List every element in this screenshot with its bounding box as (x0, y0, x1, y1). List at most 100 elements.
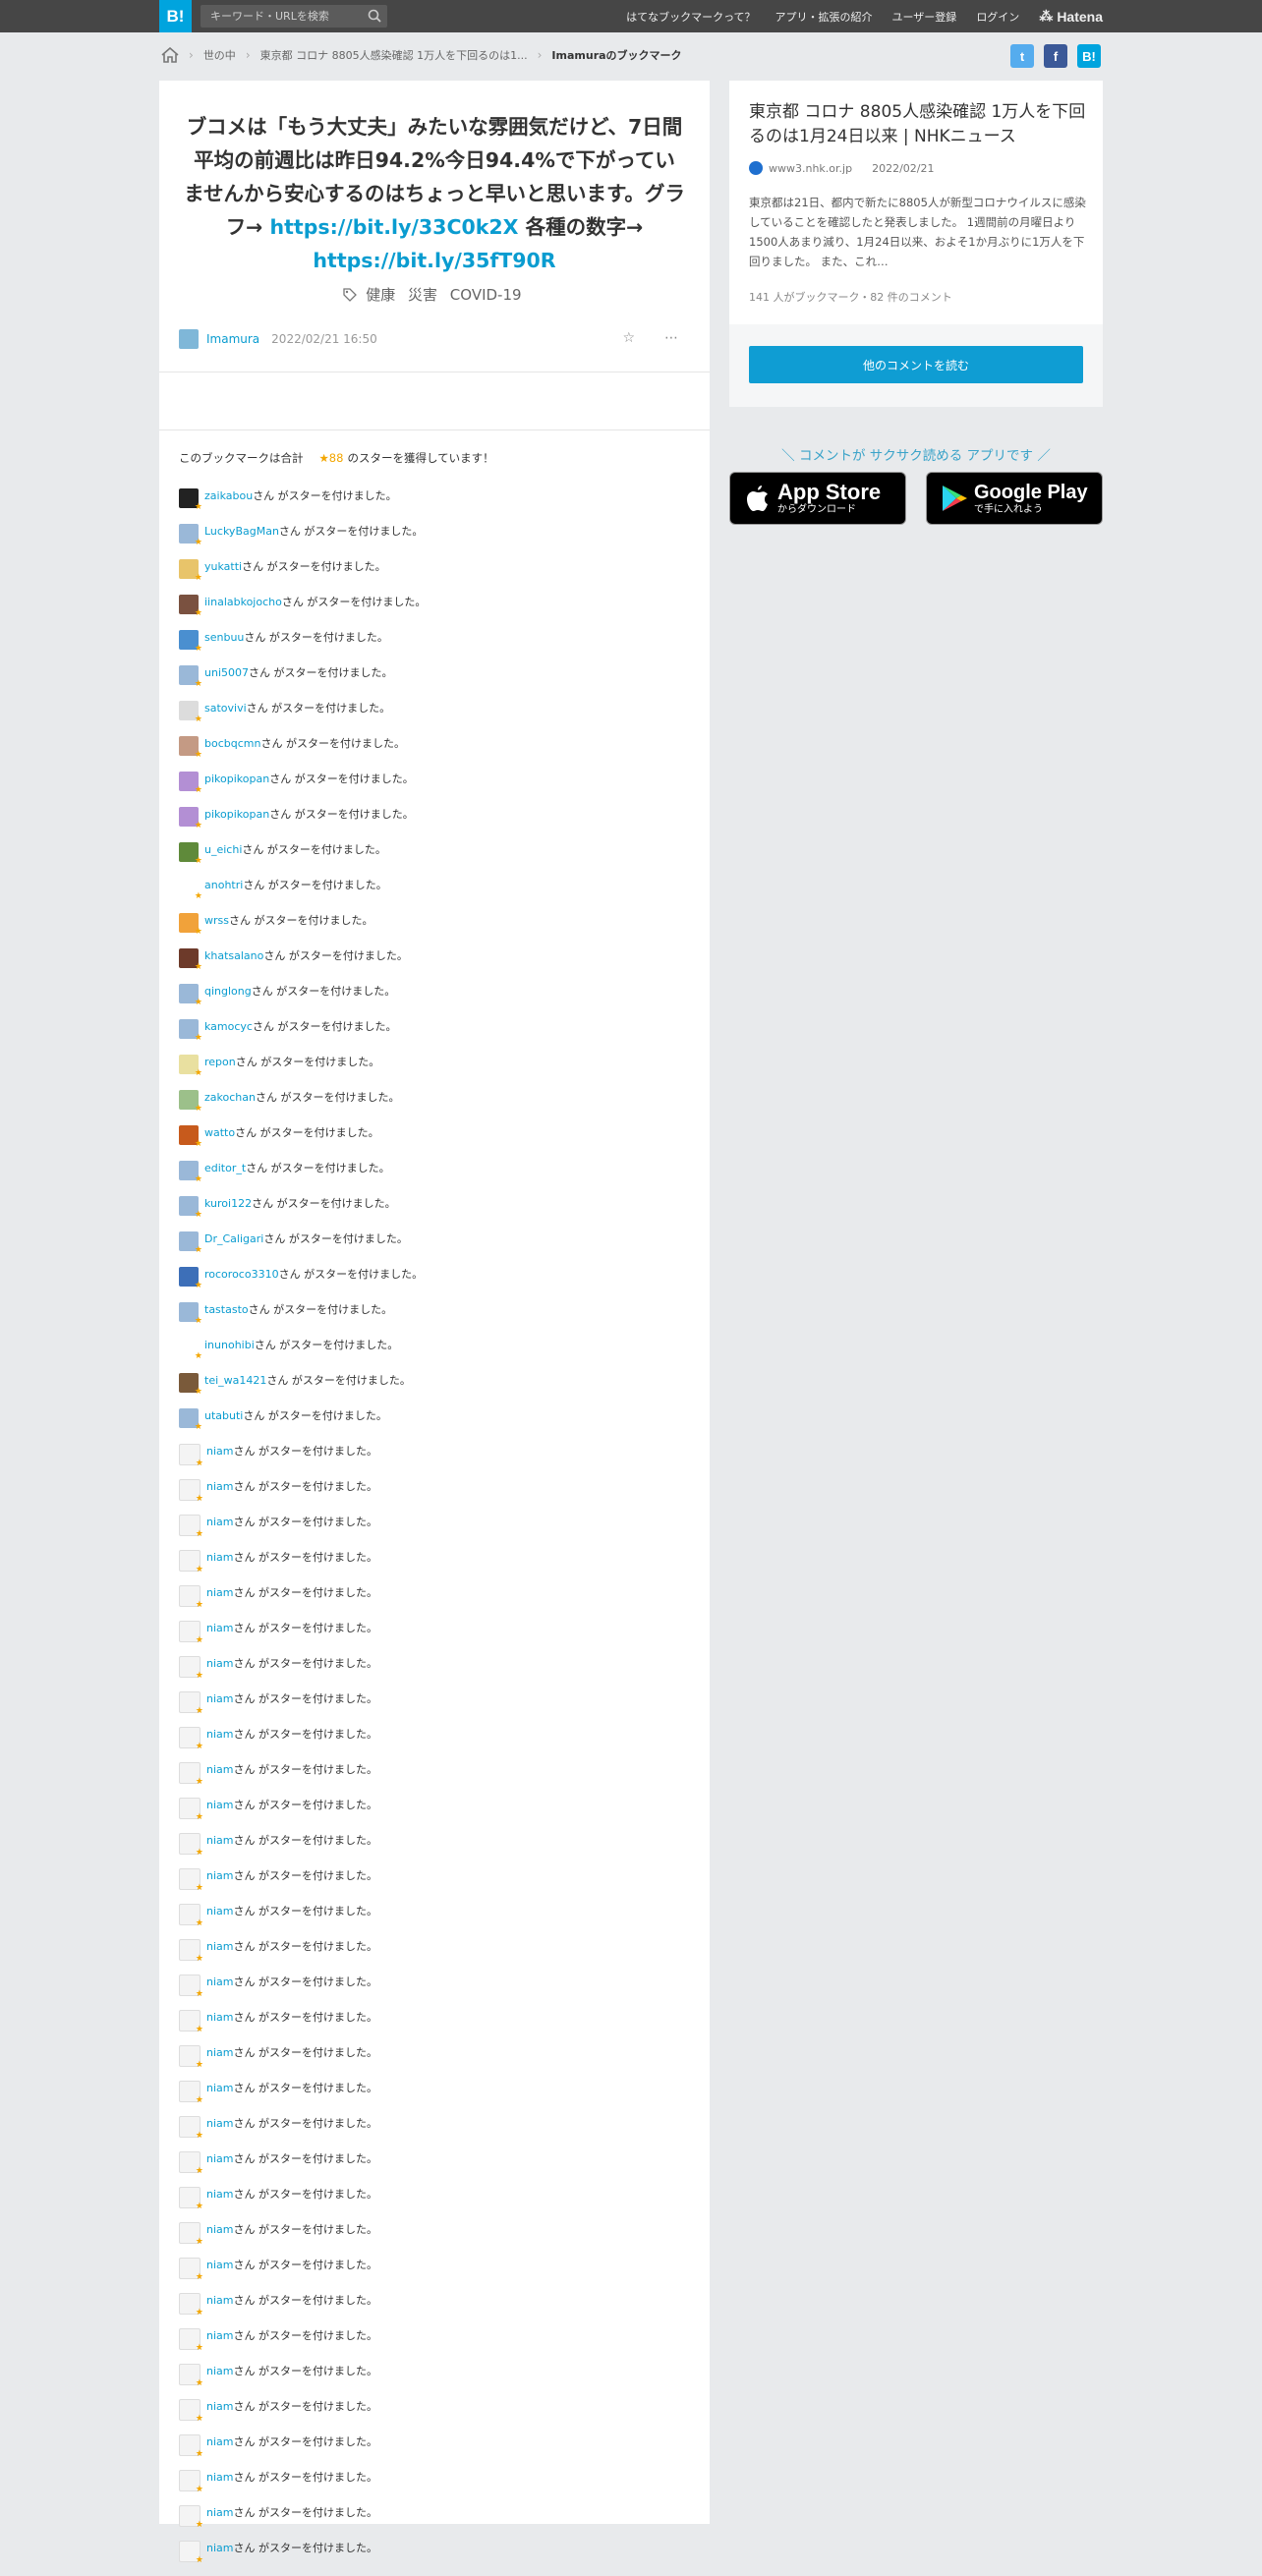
avatar[interactable]: ★ (179, 1727, 203, 1751)
avatar[interactable]: ★ (179, 1444, 203, 1468)
star-user-name[interactable]: niam (206, 1834, 233, 1847)
star-user-name[interactable]: watto (204, 1126, 235, 1139)
star-user-name[interactable]: pikopikopan (204, 808, 269, 821)
avatar[interactable]: ★ (179, 1055, 202, 1078)
star-user-name[interactable]: tastasto (204, 1303, 249, 1316)
star-user-name[interactable]: zaikabou (204, 489, 253, 502)
avatar[interactable]: ★ (179, 2541, 203, 2565)
star-user-name[interactable]: pikopikopan (204, 773, 269, 785)
star-user-name[interactable]: uni5007 (204, 666, 249, 679)
avatar[interactable]: ★ (179, 1939, 203, 1964)
avatar[interactable]: ★ (179, 1975, 203, 1999)
login-link[interactable]: ログイン (976, 9, 1019, 25)
avatar[interactable]: ★ (179, 2081, 203, 2105)
home-icon[interactable] (161, 47, 179, 63)
avatar[interactable]: ★ (179, 842, 202, 866)
avatar[interactable]: ★ (179, 913, 202, 937)
add-star-icon[interactable]: ☆ (622, 330, 635, 346)
avatar[interactable]: ★ (179, 2187, 203, 2211)
star-user-name[interactable]: niam (206, 2082, 233, 2094)
avatar[interactable]: ★ (179, 1691, 203, 1716)
star-user-name[interactable]: niam (206, 2435, 233, 2448)
star-user-name[interactable]: khatsalano (204, 949, 263, 962)
hatena-brand[interactable]: ⁂ Hatena (1039, 8, 1103, 25)
star-user-name[interactable]: zakochan (204, 1091, 256, 1104)
star-user-name[interactable]: qinglong (204, 985, 252, 998)
avatar[interactable]: ★ (179, 701, 202, 724)
star-user-name[interactable]: editor_t (204, 1162, 246, 1174)
twitter-share-button[interactable]: t (1010, 44, 1034, 68)
numbers-link[interactable]: https://bit.ly/35fT90R (313, 249, 555, 272)
avatar[interactable]: ★ (179, 2434, 203, 2459)
avatar[interactable]: ★ (179, 1161, 202, 1184)
star-user-name[interactable]: niam (206, 2046, 233, 2059)
avatar[interactable] (179, 329, 199, 349)
avatar[interactable]: ★ (179, 1621, 203, 1645)
avatar[interactable]: ★ (179, 1904, 203, 1928)
avatar[interactable]: ★ (179, 2258, 203, 2282)
avatar[interactable]: ★ (179, 1550, 203, 1574)
star-user-name[interactable]: niam (206, 1516, 233, 1528)
star-user-name[interactable]: niam (206, 2400, 233, 2413)
avatar[interactable]: ★ (179, 559, 202, 583)
star-user-name[interactable]: niam (206, 1869, 233, 1882)
search-input[interactable] (201, 5, 368, 28)
avatar[interactable]: ★ (179, 2470, 203, 2494)
star-user-name[interactable]: inunohibi (204, 1339, 255, 1351)
avatar[interactable]: ★ (179, 1125, 202, 1149)
about-link[interactable]: はてなブックマークって？ (626, 9, 755, 25)
star-user-name[interactable]: rocoroco3310 (204, 1268, 279, 1281)
star-user-name[interactable]: niam (206, 2223, 233, 2236)
star-user-name[interactable]: repon (204, 1056, 236, 1068)
star-user-name[interactable]: niam (206, 1799, 233, 1811)
star-user-name[interactable]: niam (206, 1551, 233, 1564)
avatar[interactable]: ★ (179, 2151, 203, 2176)
star-user-name[interactable]: iinalabkojocho (204, 596, 282, 608)
avatar[interactable]: ★ (179, 1090, 202, 1114)
avatar[interactable]: ★ (179, 665, 202, 689)
avatar[interactable]: ★ (179, 1762, 203, 1787)
entry-domain[interactable]: www3.nhk.or.jp (769, 162, 852, 175)
star-user-name[interactable]: niam (206, 2471, 233, 2484)
avatar[interactable]: ★ (179, 2293, 203, 2318)
hatena-bookmark-button[interactable]: B! (1077, 44, 1101, 68)
star-user-name[interactable]: niam (206, 2152, 233, 2165)
star-user-name[interactable]: niam (206, 2294, 233, 2307)
avatar[interactable]: ★ (179, 1515, 203, 1539)
avatar[interactable]: ★ (179, 1408, 202, 1432)
avatar[interactable]: ★ (179, 1585, 203, 1610)
star-user-name[interactable]: niam (206, 2542, 233, 2554)
app-store-badge[interactable]: App Store からダウンロード (729, 472, 906, 525)
avatar[interactable]: ★ (179, 2116, 203, 2141)
star-user-name[interactable]: niam (206, 1586, 233, 1599)
entry-counts[interactable]: 141 人がブックマーク・82 件のコメント (749, 289, 952, 305)
graph-link[interactable]: https://bit.ly/33C0k2X (270, 215, 519, 239)
avatar[interactable]: ★ (179, 488, 202, 512)
avatar[interactable]: ★ (179, 524, 202, 547)
tag-item[interactable]: 災害 (408, 286, 437, 304)
avatar[interactable]: ★ (179, 1656, 203, 1681)
avatar[interactable]: ★ (179, 807, 202, 830)
star-user-name[interactable]: senbuu (204, 631, 244, 644)
avatar[interactable]: ★ (179, 2222, 203, 2247)
star-user-name[interactable]: anohtri (204, 879, 243, 891)
hatena-bookmark-logo[interactable]: B! (159, 0, 192, 32)
facebook-share-button[interactable]: f (1044, 44, 1067, 68)
avatar[interactable]: ★ (179, 1019, 202, 1043)
star-user-name[interactable]: niam (206, 1657, 233, 1670)
avatar[interactable]: ★ (179, 1231, 202, 1255)
avatar[interactable]: ★ (179, 1338, 202, 1361)
star-user-name[interactable]: utabuti (204, 1409, 243, 1422)
star-user-name[interactable]: niam (206, 1728, 233, 1741)
star-user-name[interactable]: niam (206, 1445, 233, 1458)
star-user-name[interactable]: bocbqcmn (204, 737, 260, 750)
avatar[interactable]: ★ (179, 1267, 202, 1290)
avatar[interactable]: ★ (179, 2364, 203, 2388)
star-user-name[interactable]: niam (206, 2188, 233, 2201)
avatar[interactable]: ★ (179, 2045, 203, 2070)
avatar[interactable]: ★ (179, 2328, 203, 2353)
avatar[interactable]: ★ (179, 1196, 202, 1220)
more-options-icon[interactable]: ⋯ (664, 330, 678, 346)
star-user-name[interactable]: niam (206, 1622, 233, 1634)
avatar[interactable]: ★ (179, 1833, 203, 1858)
